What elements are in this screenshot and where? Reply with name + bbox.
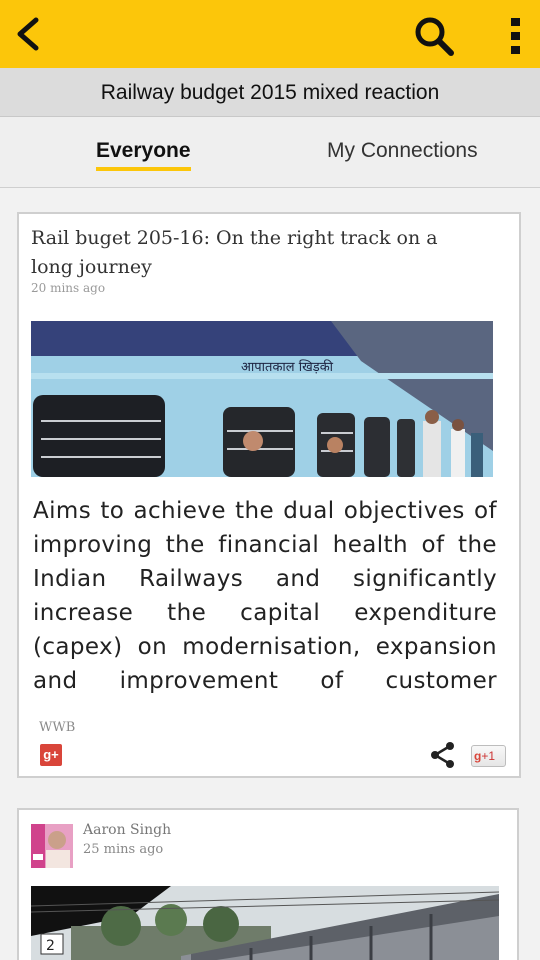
plus-one-button[interactable]: g+1	[471, 745, 506, 767]
arrow-back-icon[interactable]	[8, 12, 52, 56]
avatar[interactable]	[31, 824, 73, 868]
share-icon[interactable]	[429, 741, 457, 769]
search-icon[interactable]	[410, 12, 458, 60]
more-vert-icon[interactable]	[496, 12, 536, 60]
svg-text:आपातकाल खिड़की: आपातकाल खिड़की	[241, 359, 334, 375]
post-timestamp: 25 mins ago	[83, 842, 164, 857]
post-title: Rail buget 205-16: On the right track on…	[31, 227, 438, 278]
tab-everyone[interactable]: Everyone	[96, 117, 191, 187]
topic-title: Railway budget 2015 mixed reaction	[0, 68, 540, 117]
train-photo: आपातकाल खिड़की	[31, 321, 493, 477]
author-name[interactable]: Aaron Singh	[83, 822, 171, 838]
post-source: WWB	[39, 720, 76, 735]
post-card[interactable]: Rail buget 205-16: On the right track on…	[17, 212, 521, 778]
svg-text:2: 2	[46, 938, 55, 954]
station-photo: 2	[31, 886, 499, 960]
tab-my-connections[interactable]: My Connections	[327, 117, 478, 187]
post-timestamp: 20 mins ago	[31, 281, 106, 295]
plus-one-label: +1	[481, 749, 496, 763]
post-body: Aims to achieve the dual objectives of i…	[33, 498, 497, 694]
post-card[interactable]: Aaron Singh 25 mins ago 2	[17, 808, 519, 960]
google-plus-icon[interactable]: g+	[40, 744, 62, 766]
tab-bar: Everyone My Connections	[0, 117, 540, 188]
app-bar	[0, 0, 540, 68]
